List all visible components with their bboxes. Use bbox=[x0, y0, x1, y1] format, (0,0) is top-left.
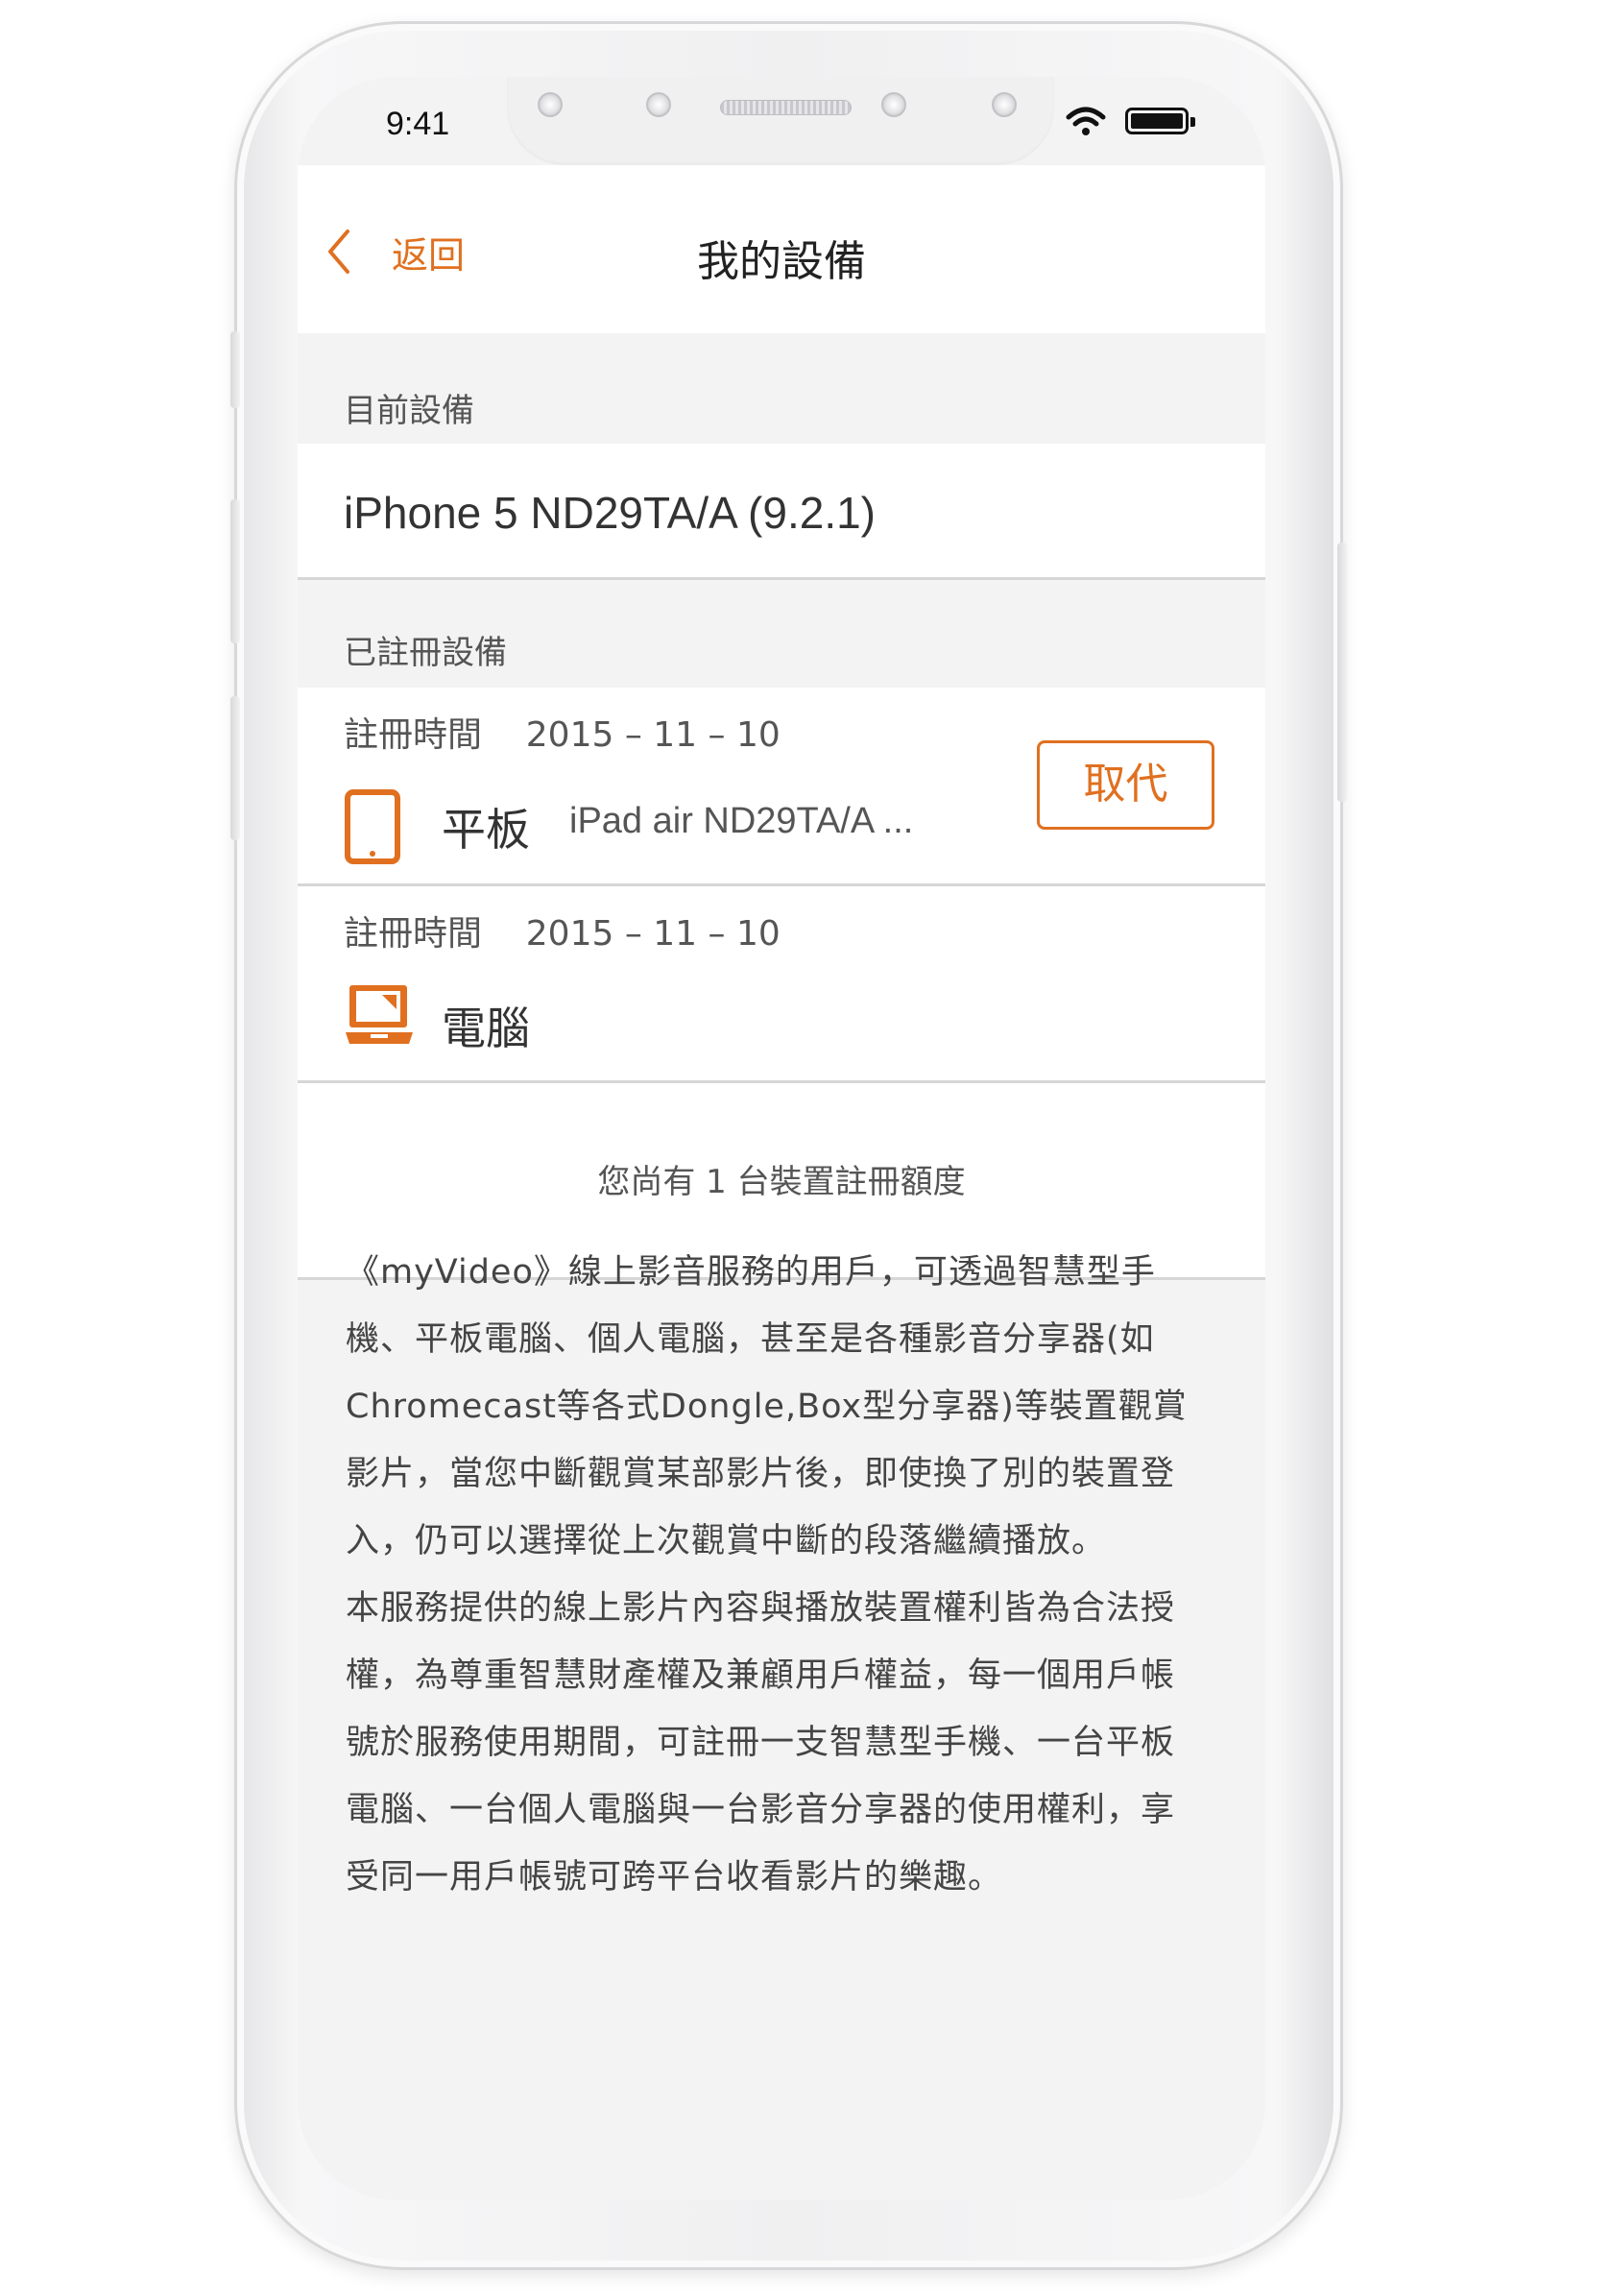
front-camera bbox=[881, 92, 906, 117]
registered-devices-heading: 已註冊設備 bbox=[344, 634, 507, 672]
tablet-icon bbox=[345, 789, 400, 864]
description-line: 《myVideo》線上影音服務的用戶，可透過智慧型手 bbox=[346, 1253, 1156, 1292]
description-line: 本服務提供的線上影片內容與播放裝置權利皆為合法授 bbox=[346, 1589, 1176, 1628]
status-time: 9:41 bbox=[386, 106, 450, 142]
sensor-right bbox=[992, 92, 1017, 117]
navigation-bar: 返回 我的設備 bbox=[298, 165, 1265, 333]
sensor-mid-left bbox=[646, 92, 671, 117]
description-line: 受同一用戶帳號可跨平台收看影片的樂趣。 bbox=[346, 1858, 1003, 1897]
power-button bbox=[1337, 543, 1347, 802]
description-line: 入，仍可以選擇從上次觀賞中斷的段落繼續播放。 bbox=[346, 1522, 1107, 1560]
description-line: 機、平板電腦、個人電腦，甚至是各種影音分享器(如 bbox=[346, 1320, 1155, 1359]
current-device-name: iPhone 5 ND29TA/A (9.2.1) bbox=[344, 488, 876, 538]
registration-time: 註冊時間 2015 – 11 – 10 bbox=[344, 715, 781, 755]
battery-icon bbox=[1125, 108, 1189, 134]
volume-down-button bbox=[230, 696, 240, 840]
description-line: 影片，當您中斷觀賞某部影片後，即使換了別的裝置登 bbox=[346, 1455, 1176, 1493]
wifi-icon bbox=[1066, 107, 1106, 135]
description-line: 電腦、一台個人電腦與一台影音分享器的使用權利，享 bbox=[346, 1791, 1176, 1829]
page-title: 我的設備 bbox=[697, 237, 866, 286]
app-screen: 9:41 返回 我的設備 目前設備 iPhone 5 ND29TA/A (9.2… bbox=[298, 77, 1265, 2200]
description-line: 號於服務使用期間，可註冊一支智慧型手機、一台平板 bbox=[346, 1724, 1176, 1762]
quota-text: 您尚有 1 台裝置註冊額度 bbox=[597, 1163, 966, 1201]
battery-cap bbox=[1190, 117, 1195, 127]
sensor-left bbox=[538, 92, 563, 117]
description-line: Chromecast等各式Dongle,Box型分享器)等裝置觀賞 bbox=[346, 1388, 1188, 1426]
registered-device-row: 註冊時間 2015 – 11 – 10 平板 iPad air ND29TA/A… bbox=[298, 688, 1265, 886]
current-device-row: iPhone 5 ND29TA/A (9.2.1) bbox=[298, 444, 1265, 580]
registered-device-row: 註冊時間 2015 – 11 – 10 電腦 bbox=[298, 886, 1265, 1083]
service-description: 《myVideo》線上影音服務的用戶，可透過智慧型手 機、平板電腦、個人電腦，甚… bbox=[346, 1239, 1219, 1911]
device-name: iPad air ND29TA/A ... bbox=[569, 801, 914, 841]
device-type: 平板 bbox=[442, 804, 530, 856]
laptop-icon bbox=[346, 985, 413, 1044]
replace-button[interactable]: 取代 bbox=[1037, 740, 1214, 830]
notch bbox=[507, 77, 1054, 165]
device-type: 電腦 bbox=[442, 1003, 530, 1054]
volume-up-button bbox=[230, 499, 240, 643]
current-device-heading: 目前設備 bbox=[344, 392, 474, 430]
registration-time: 註冊時間 2015 – 11 – 10 bbox=[344, 914, 781, 954]
description-line: 權，為尊重智慧財產權及兼顧用戶權益，每一個用戶帳 bbox=[346, 1656, 1176, 1695]
earpiece-speaker bbox=[720, 100, 852, 115]
mute-switch bbox=[230, 331, 240, 408]
